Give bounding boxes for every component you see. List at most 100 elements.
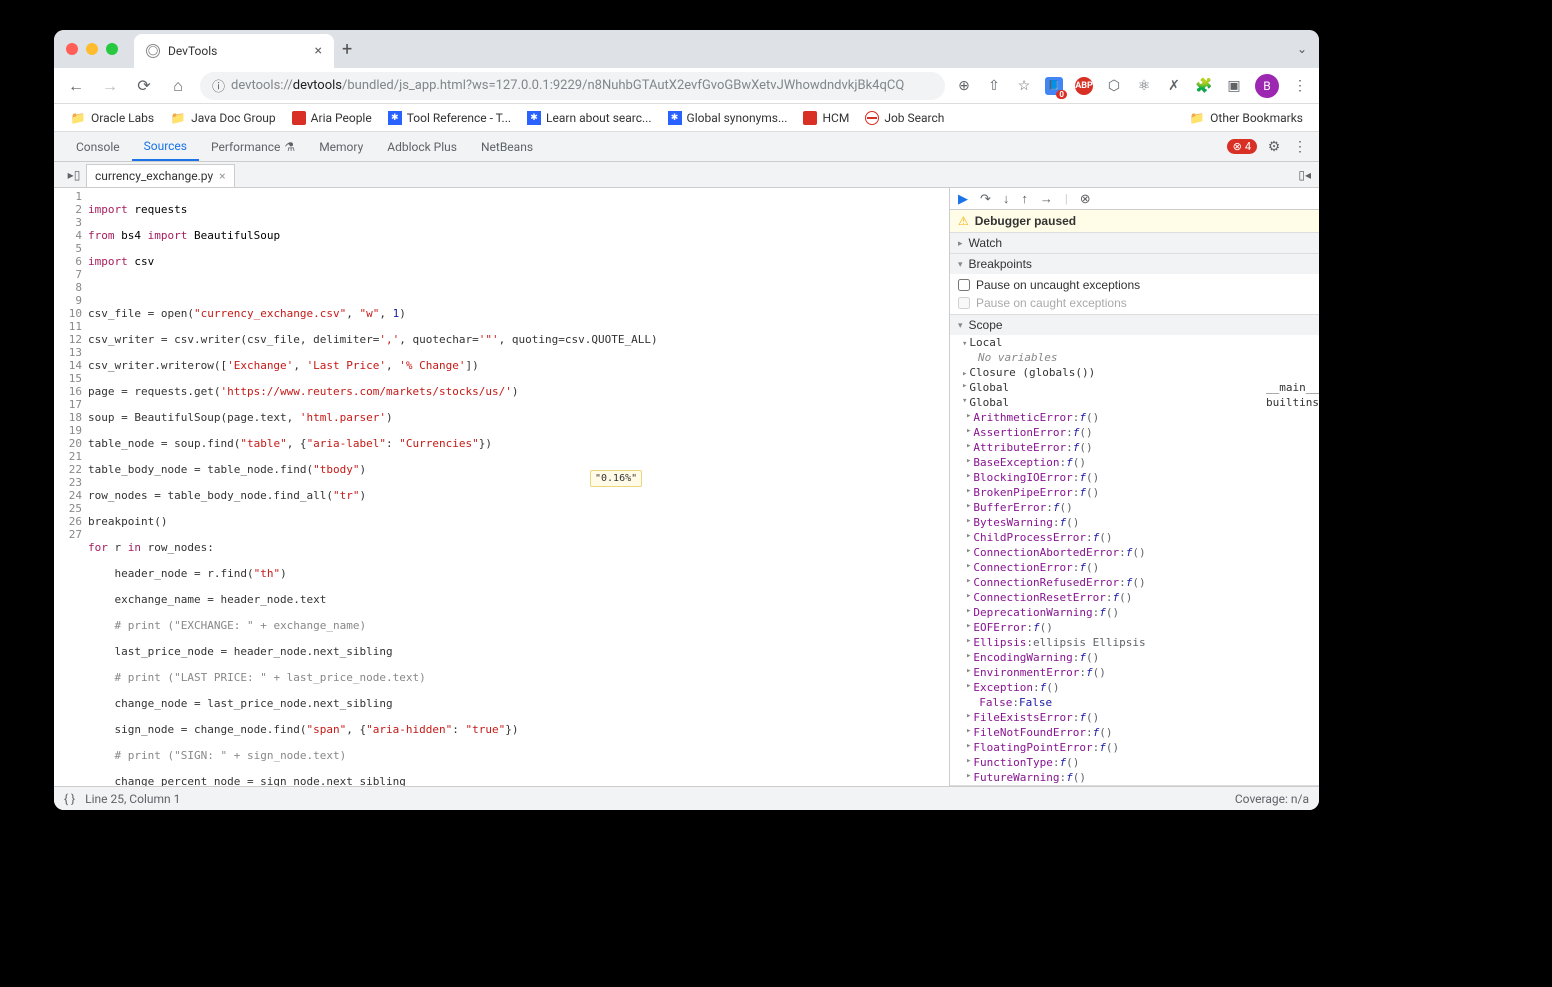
- maximize-window-button[interactable]: [106, 43, 118, 55]
- deactivate-breakpoints-button[interactable]: ⊗: [1080, 191, 1091, 207]
- global-entry[interactable]: ▸BrokenPipeError: f (): [950, 485, 1319, 500]
- toggle-panel-icon[interactable]: ▯◂: [1298, 168, 1311, 182]
- global-entry[interactable]: ▸ConnectionAbortedError: f (): [950, 545, 1319, 560]
- scope-global-main[interactable]: ▸Global__main__: [950, 380, 1319, 395]
- step-button[interactable]: →: [1040, 191, 1053, 206]
- step-into-button[interactable]: ↓: [1003, 191, 1010, 206]
- gear-icon[interactable]: ⚙: [1265, 138, 1283, 156]
- pause-uncaught-checkbox[interactable]: Pause on uncaught exceptions: [958, 276, 1311, 294]
- global-entry[interactable]: ▸ChildProcessError: f (): [950, 530, 1319, 545]
- tab-netbeans[interactable]: NetBeans: [469, 132, 545, 161]
- global-entry[interactable]: ▸BytesWarning: f (): [950, 515, 1319, 530]
- browser-tab[interactable]: ◯ DevTools ×: [134, 34, 334, 68]
- pause-caught-checkbox[interactable]: Pause on caught exceptions: [958, 294, 1311, 312]
- bookmark-global-syn[interactable]: ✱Global synonyms...: [662, 108, 794, 128]
- more-icon[interactable]: ⋮: [1291, 138, 1309, 156]
- step-over-button[interactable]: ↷: [980, 191, 991, 207]
- share-icon[interactable]: ⇧: [985, 77, 1003, 95]
- main-area: 1234 5678 9101112 13141516 17181920 2122…: [54, 188, 1319, 786]
- close-tab-icon[interactable]: ×: [315, 43, 322, 59]
- bookmark-hcm[interactable]: HCM: [797, 108, 855, 128]
- other-bookmarks[interactable]: 📁Other Bookmarks: [1183, 107, 1309, 129]
- bookmarks-bar: 📁Oracle Labs 📁Java Doc Group Aria People…: [54, 104, 1319, 132]
- global-entry[interactable]: ▸DeprecationWarning: f (): [950, 605, 1319, 620]
- global-entry[interactable]: ▸Ellipsis: ellipsis Ellipsis: [950, 635, 1319, 650]
- debugger-toolbar: ▶ ↷ ↓ ↑ → | ⊗: [950, 188, 1319, 210]
- global-entry[interactable]: ▸AssertionError: f (): [950, 425, 1319, 440]
- file-tab[interactable]: currency_exchange.py ×: [86, 164, 235, 187]
- global-entry[interactable]: ▸FileExistsError: f (): [950, 710, 1319, 725]
- scope-header[interactable]: ▾Scope: [950, 315, 1319, 335]
- scope-closure[interactable]: ▸Closure (globals()): [950, 365, 1319, 380]
- zoom-icon[interactable]: ⊕: [955, 77, 973, 95]
- forward-button[interactable]: →: [98, 76, 122, 96]
- extension-atom-icon[interactable]: ⚛: [1135, 77, 1153, 95]
- folder-icon: 📁: [70, 110, 86, 126]
- global-entry[interactable]: ▸ArithmeticError: f (): [950, 410, 1319, 425]
- global-entry[interactable]: False: False: [950, 695, 1319, 710]
- bookmark-job-search[interactable]: Job Search: [859, 108, 950, 128]
- extensions-puzzle-icon[interactable]: 🧩: [1195, 77, 1213, 95]
- tab-memory[interactable]: Memory: [307, 132, 375, 161]
- tab-adblock[interactable]: Adblock Plus: [375, 132, 469, 161]
- global-entry[interactable]: ▸ConnectionResetError: f (): [950, 590, 1319, 605]
- debugger-sidebar: ▶ ↷ ↓ ↑ → | ⊗ ⚠ Debugger paused ▸Watch ▾…: [949, 188, 1319, 786]
- bookmark-oracle-labs[interactable]: 📁Oracle Labs: [64, 107, 160, 129]
- warning-icon: ⚠: [958, 214, 969, 228]
- global-entry[interactable]: ▸ConnectionError: f (): [950, 560, 1319, 575]
- bookmark-tool-ref[interactable]: ✱Tool Reference - T...: [382, 108, 517, 128]
- bookmark-aria[interactable]: Aria People: [286, 108, 378, 128]
- home-button[interactable]: ⌂: [166, 76, 190, 96]
- reload-button[interactable]: ⟳: [132, 76, 156, 95]
- global-entry[interactable]: ▸BlockingIOError: f (): [950, 470, 1319, 485]
- global-entry[interactable]: ▸EOFError: f (): [950, 620, 1319, 635]
- new-tab-button[interactable]: +: [342, 39, 352, 60]
- extension-cube-icon[interactable]: ⬡: [1105, 77, 1123, 95]
- global-entry[interactable]: ▸FunctionType: f (): [950, 755, 1319, 770]
- global-entry[interactable]: ▸EnvironmentError: f (): [950, 665, 1319, 680]
- bookmark-learn-search[interactable]: ✱Learn about searc...: [521, 108, 657, 128]
- global-entry[interactable]: ▸FileNotFoundError: f (): [950, 725, 1319, 740]
- global-entry[interactable]: ▸ConnectionRefusedError: f (): [950, 575, 1319, 590]
- global-entry[interactable]: ▸FloatingPointError: f (): [950, 740, 1319, 755]
- extension-x-icon[interactable]: ✗: [1165, 77, 1183, 95]
- bookmark-star-icon[interactable]: ☆: [1015, 77, 1033, 95]
- panel-icon[interactable]: ▣: [1225, 77, 1243, 95]
- extension-icon-1[interactable]: 📘0: [1045, 77, 1063, 95]
- close-file-icon[interactable]: ×: [219, 169, 225, 183]
- back-button[interactable]: ←: [64, 76, 88, 96]
- minimize-window-button[interactable]: [86, 43, 98, 55]
- oracle-circle-icon: [865, 111, 879, 125]
- code-editor[interactable]: 1234 5678 9101112 13141516 17181920 2122…: [54, 188, 949, 786]
- url-bar[interactable]: ⓘ devtools://devtools/bundled/js_app.htm…: [200, 72, 945, 100]
- global-entry[interactable]: ▸BufferError: f (): [950, 500, 1319, 515]
- step-out-button[interactable]: ↑: [1021, 191, 1028, 206]
- tab-dropdown-icon[interactable]: ⌄: [1297, 42, 1307, 56]
- tab-sources[interactable]: Sources: [132, 132, 199, 161]
- profile-avatar[interactable]: B: [1255, 74, 1279, 98]
- adblock-icon[interactable]: ABP: [1075, 77, 1093, 95]
- show-navigator-button[interactable]: ▸▯: [62, 168, 86, 182]
- folder-icon: 📁: [1189, 110, 1205, 126]
- scope-global-builtins[interactable]: ▾Globalbuiltins: [950, 395, 1319, 410]
- close-window-button[interactable]: [66, 43, 78, 55]
- watch-header[interactable]: ▸Watch: [950, 233, 1319, 253]
- menu-icon[interactable]: ⋮: [1291, 77, 1309, 95]
- braces-icon[interactable]: { }: [64, 792, 75, 806]
- scope-local[interactable]: ▾Local: [950, 335, 1319, 350]
- resume-button[interactable]: ▶: [958, 191, 968, 207]
- global-entry[interactable]: ▸EncodingWarning: f (): [950, 650, 1319, 665]
- tab-performance[interactable]: Performance ⚗: [199, 132, 307, 161]
- global-entry[interactable]: ▸AttributeError: f (): [950, 440, 1319, 455]
- global-entry[interactable]: ▸BaseException: f (): [950, 455, 1319, 470]
- breakpoints-header[interactable]: ▾Breakpoints: [950, 254, 1319, 274]
- code-content[interactable]: import requests from bs4 import Beautifu…: [88, 188, 949, 786]
- bookmark-java-doc[interactable]: 📁Java Doc Group: [164, 107, 282, 129]
- browser-toolbar: ← → ⟳ ⌂ ⓘ devtools://devtools/bundled/js…: [54, 68, 1319, 104]
- global-entry[interactable]: ▸FutureWarning: f (): [950, 770, 1319, 785]
- tab-console[interactable]: Console: [64, 132, 132, 161]
- global-entry[interactable]: ▸Exception: f (): [950, 680, 1319, 695]
- error-badge[interactable]: ⊗4: [1227, 139, 1257, 154]
- oracle-icon: [803, 111, 817, 125]
- titlebar: ◯ DevTools × + ⌄: [54, 30, 1319, 68]
